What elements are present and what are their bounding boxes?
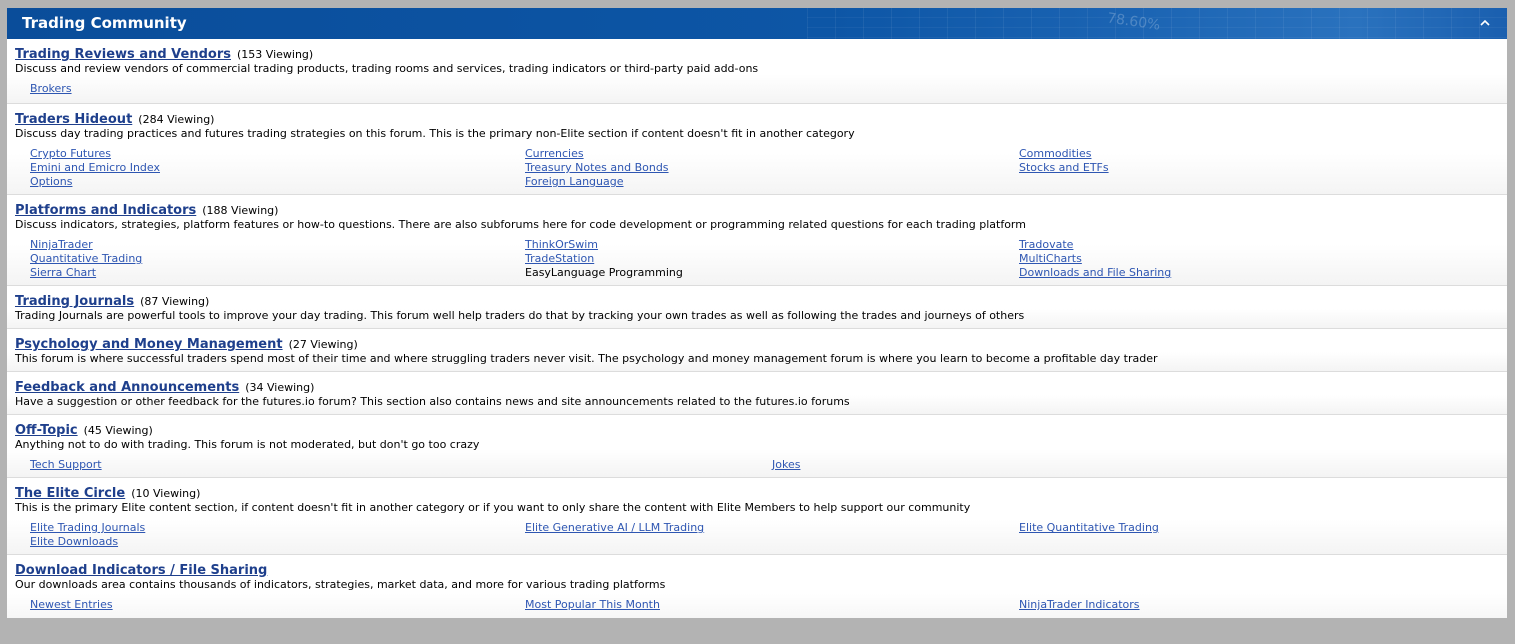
forum-description: This forum is where successful traders s… (15, 352, 1158, 365)
forum-title-line: Feedback and Announcements (34 Viewing) (15, 380, 1499, 395)
forum-category-panel: 78.60% Trading Community Trading Reviews… (7, 8, 1507, 618)
forum-title-line: Off-Topic (45 Viewing) (15, 423, 1499, 438)
subforum-link-commodities[interactable]: Commodities (1019, 147, 1091, 161)
forum-description: Have a suggestion or other feedback for … (15, 395, 850, 408)
viewing-count: (284 Viewing) (138, 113, 215, 126)
forum-section-trading-reviews: Trading Reviews and Vendors (153 Viewing)… (7, 39, 1507, 104)
forum-title-line: Traders Hideout (284 Viewing) (15, 112, 1499, 127)
subforum-link-elite-quantitative[interactable]: Elite Quantitative Trading (1019, 521, 1159, 535)
forum-link-off-topic[interactable]: Off-Topic (15, 423, 78, 438)
forum-title-line: Trading Reviews and Vendors (153 Viewing) (15, 47, 1499, 62)
collapse-chevron-up-icon[interactable] (1479, 17, 1491, 29)
subforum-link-emini-emicro[interactable]: Emini and Emicro Index (30, 161, 160, 175)
viewing-count: (27 Viewing) (288, 338, 358, 351)
forum-link-trading-journals[interactable]: Trading Journals (15, 294, 134, 309)
forum-link-traders-hideout[interactable]: Traders Hideout (15, 112, 132, 127)
subforum-link-foreign-language[interactable]: Foreign Language (525, 175, 624, 189)
viewing-count: (10 Viewing) (131, 487, 201, 500)
forum-description: Our downloads area contains thousands of… (15, 578, 666, 591)
forum-link-feedback[interactable]: Feedback and Announcements (15, 380, 239, 395)
forum-description: This is the primary Elite content sectio… (15, 501, 971, 514)
subforum-link-options[interactable]: Options (30, 175, 72, 189)
subforum-link-most-popular[interactable]: Most Popular This Month (525, 598, 660, 612)
subforum-link-thinkorswim[interactable]: ThinkOrSwim (525, 238, 598, 252)
forum-link-trading-reviews[interactable]: Trading Reviews and Vendors (15, 47, 231, 62)
subforum-link-elite-trading-journals[interactable]: Elite Trading Journals (30, 521, 145, 535)
subforum-link-jokes[interactable]: Jokes (772, 458, 800, 472)
forum-description: Anything not to do with trading. This fo… (15, 438, 480, 451)
subforum-link-downloads-file-sharing[interactable]: Downloads and File Sharing (1019, 266, 1171, 280)
forum-description: Trading Journals are powerful tools to i… (15, 309, 1025, 322)
subforum-link-newest-entries[interactable]: Newest Entries (30, 598, 113, 612)
subforum-link-tradestation[interactable]: TradeStation (525, 252, 594, 266)
forum-link-elite-circle[interactable]: The Elite Circle (15, 486, 125, 501)
forum-title-line: The Elite Circle (10 Viewing) (15, 486, 1499, 501)
viewing-count: (87 Viewing) (140, 295, 210, 308)
subforum-link-crypto-futures[interactable]: Crypto Futures (30, 147, 111, 161)
forum-section-elite-circle: The Elite Circle (10 Viewing) This is the… (7, 478, 1507, 555)
viewing-count: (188 Viewing) (202, 204, 279, 217)
subforum-link-quantitative-trading[interactable]: Quantitative Trading (30, 252, 142, 266)
subforum-link-currencies[interactable]: Currencies (525, 147, 584, 161)
forum-section-traders-hideout: Traders Hideout (284 Viewing) Discuss day… (7, 104, 1507, 195)
viewing-count: (153 Viewing) (237, 48, 314, 61)
forum-title-line: Platforms and Indicators (188 Viewing) (15, 203, 1499, 218)
forum-title-line: Psychology and Money Management (27 Viewi… (15, 337, 1499, 352)
forum-title-line: Trading Journals (87 Viewing) (15, 294, 1499, 309)
forum-section-platforms-indicators: Platforms and Indicators (188 Viewing) Di… (7, 195, 1507, 286)
subforum-link-ninjatrader-indicators[interactable]: NinjaTrader Indicators (1019, 598, 1140, 612)
forum-description: Discuss and review vendors of commercial… (15, 62, 759, 75)
subforum-link-tech-support[interactable]: Tech Support (30, 458, 102, 472)
subforum-link-treasury-notes[interactable]: Treasury Notes and Bonds (525, 161, 669, 175)
category-title: Trading Community (22, 14, 187, 32)
category-header: 78.60% Trading Community (7, 8, 1507, 39)
subforum-link-sierra-chart[interactable]: Sierra Chart (30, 266, 96, 280)
forum-section-psychology: Psychology and Money Management (27 Viewi… (7, 329, 1507, 372)
forum-section-feedback: Feedback and Announcements (34 Viewing) H… (7, 372, 1507, 415)
subforum-link-elite-downloads[interactable]: Elite Downloads (30, 535, 118, 549)
viewing-count: (34 Viewing) (245, 381, 315, 394)
forum-section-off-topic: Off-Topic (45 Viewing) Anything not to do… (7, 415, 1507, 478)
subforum-link-ninjatrader[interactable]: NinjaTrader (30, 238, 93, 252)
viewing-count: (45 Viewing) (83, 424, 153, 437)
forum-section-trading-journals: Trading Journals (87 Viewing) Trading Jou… (7, 286, 1507, 329)
subforum-link-tradovate[interactable]: Tradovate (1019, 238, 1073, 252)
subforum-link-elite-generative-ai[interactable]: Elite Generative AI / LLM Trading (525, 521, 704, 535)
forum-link-platforms-indicators[interactable]: Platforms and Indicators (15, 203, 196, 218)
subforum-link-multicharts[interactable]: MultiCharts (1019, 252, 1082, 266)
subforum-link-stocks-etfs[interactable]: Stocks and ETFs (1019, 161, 1109, 175)
forum-link-psychology[interactable]: Psychology and Money Management (15, 337, 283, 352)
subforum-label-easylanguage: EasyLanguage Programming (525, 266, 683, 279)
forum-title-line: Download Indicators / File Sharing (15, 563, 1499, 578)
forum-description: Discuss day trading practices and future… (15, 127, 855, 140)
subforum-link-brokers[interactable]: Brokers (30, 82, 72, 96)
forum-section-downloads: Download Indicators / File Sharing Our d… (7, 555, 1507, 618)
forum-description: Discuss indicators, strategies, platform… (15, 218, 1026, 231)
forum-link-download-indicators[interactable]: Download Indicators / File Sharing (15, 563, 267, 578)
